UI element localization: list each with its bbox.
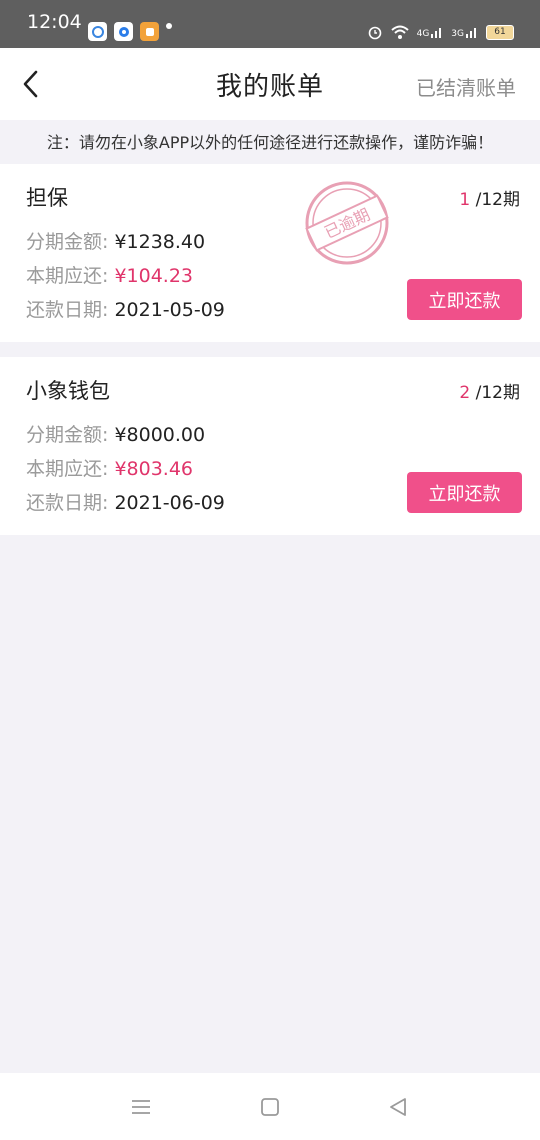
bill-name: 小象钱包 bbox=[26, 379, 110, 403]
installment-amount: ¥1238.40 bbox=[114, 231, 206, 253]
total-term: /12期 bbox=[475, 383, 520, 403]
installment-label: 分期金额: bbox=[26, 231, 109, 253]
due-amount: ¥104.23 bbox=[114, 265, 194, 287]
notification-dot-icon bbox=[166, 23, 172, 29]
battery-icon: 61 bbox=[486, 24, 514, 40]
overdue-stamp: 已逾期 bbox=[305, 181, 389, 265]
menu-icon[interactable] bbox=[129, 1095, 153, 1119]
due-amount-row: 本期应还: ¥803.46 bbox=[26, 454, 193, 481]
fraud-warning-notice: 注：请勿在小象APP以外的任何途径进行还款操作，谨防诈骗！ bbox=[0, 120, 540, 162]
bill-card: 担保 已逾期 1 /12期 分期金额: ¥1238.40 本期应还: ¥104.… bbox=[0, 164, 540, 342]
due-label: 本期应还: bbox=[26, 265, 109, 287]
date-label: 还款日期: bbox=[26, 299, 109, 321]
signal-label-4g: 4G bbox=[416, 29, 430, 39]
status-bar: 12:04 4G 3G 61 bbox=[0, 0, 540, 48]
total-term: /12期 bbox=[475, 190, 520, 210]
installment-row: 分期金额: ¥8000.00 bbox=[26, 420, 205, 447]
due-label: 本期应还: bbox=[26, 458, 109, 480]
signal-label-3g: 3G bbox=[451, 29, 464, 39]
current-term: 2 bbox=[459, 383, 471, 403]
repay-now-button[interactable]: 立即还款 bbox=[407, 279, 522, 320]
qq-browser-icon bbox=[114, 22, 133, 41]
home-icon[interactable] bbox=[258, 1095, 282, 1119]
header-bar: 我的账单 已结清账单 bbox=[0, 48, 540, 120]
current-term: 1 bbox=[459, 190, 471, 210]
installment-label: 分期金额: bbox=[26, 424, 109, 446]
wifi-icon bbox=[390, 25, 409, 39]
installment-amount: ¥8000.00 bbox=[114, 424, 206, 446]
system-icons: 4G 3G 61 bbox=[367, 22, 514, 42]
date-label: 还款日期: bbox=[26, 492, 109, 514]
settled-bills-link[interactable]: 已结清账单 bbox=[416, 72, 516, 101]
due-date: 2021-06-09 bbox=[114, 492, 225, 514]
bill-name: 担保 bbox=[26, 186, 68, 210]
alarm-icon bbox=[368, 26, 381, 40]
status-time: 12:04 bbox=[27, 11, 82, 33]
repay-now-button[interactable]: 立即还款 bbox=[407, 472, 522, 513]
due-amount: ¥803.46 bbox=[114, 458, 194, 480]
signal-icon-3g: 3G bbox=[451, 25, 479, 39]
back-triangle-icon[interactable] bbox=[386, 1095, 410, 1119]
cloud-app-icon bbox=[88, 22, 107, 41]
signal-icon-4g: 4G bbox=[417, 25, 445, 39]
system-navigation-bar bbox=[0, 1073, 540, 1140]
term-indicator: 1 /12期 bbox=[459, 185, 520, 210]
bill-card: 小象钱包 2 /12期 分期金额: ¥8000.00 本期应还: ¥803.46… bbox=[0, 357, 540, 535]
installment-row: 分期金额: ¥1238.40 bbox=[26, 227, 205, 254]
due-amount-row: 本期应还: ¥104.23 bbox=[26, 261, 193, 288]
term-indicator: 2 /12期 bbox=[459, 378, 520, 403]
due-date: 2021-05-09 bbox=[114, 299, 225, 321]
game-app-icon bbox=[140, 22, 159, 41]
due-date-row: 还款日期: 2021-06-09 bbox=[26, 488, 225, 515]
due-date-row: 还款日期: 2021-05-09 bbox=[26, 295, 225, 322]
